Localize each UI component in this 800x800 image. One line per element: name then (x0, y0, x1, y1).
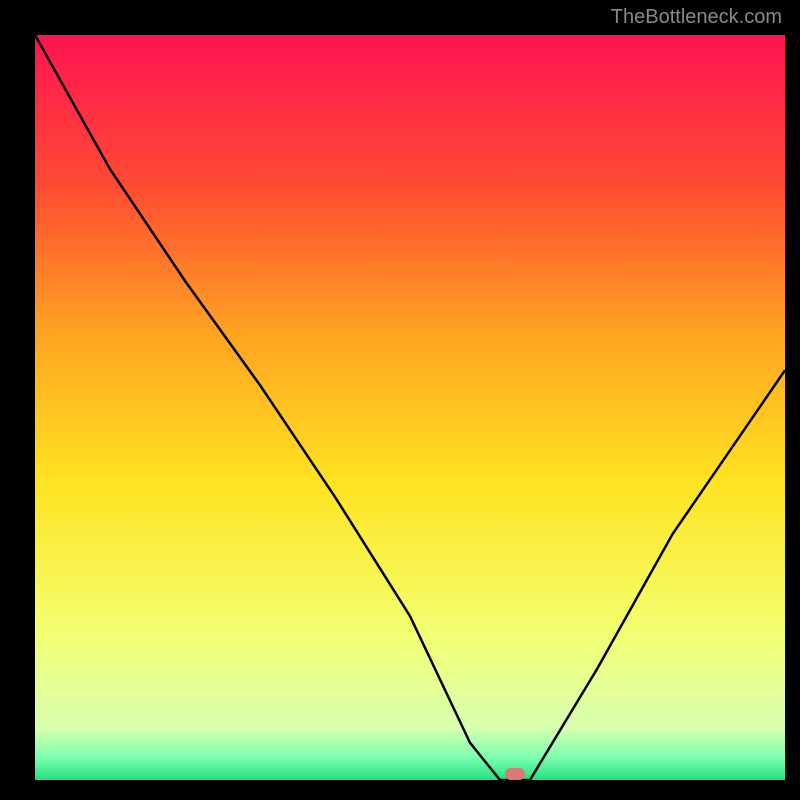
optimal-marker (505, 768, 525, 780)
bottleneck-curve (35, 35, 785, 780)
chart-plot-area (35, 35, 785, 780)
watermark-text: TheBottleneck.com (611, 6, 782, 29)
